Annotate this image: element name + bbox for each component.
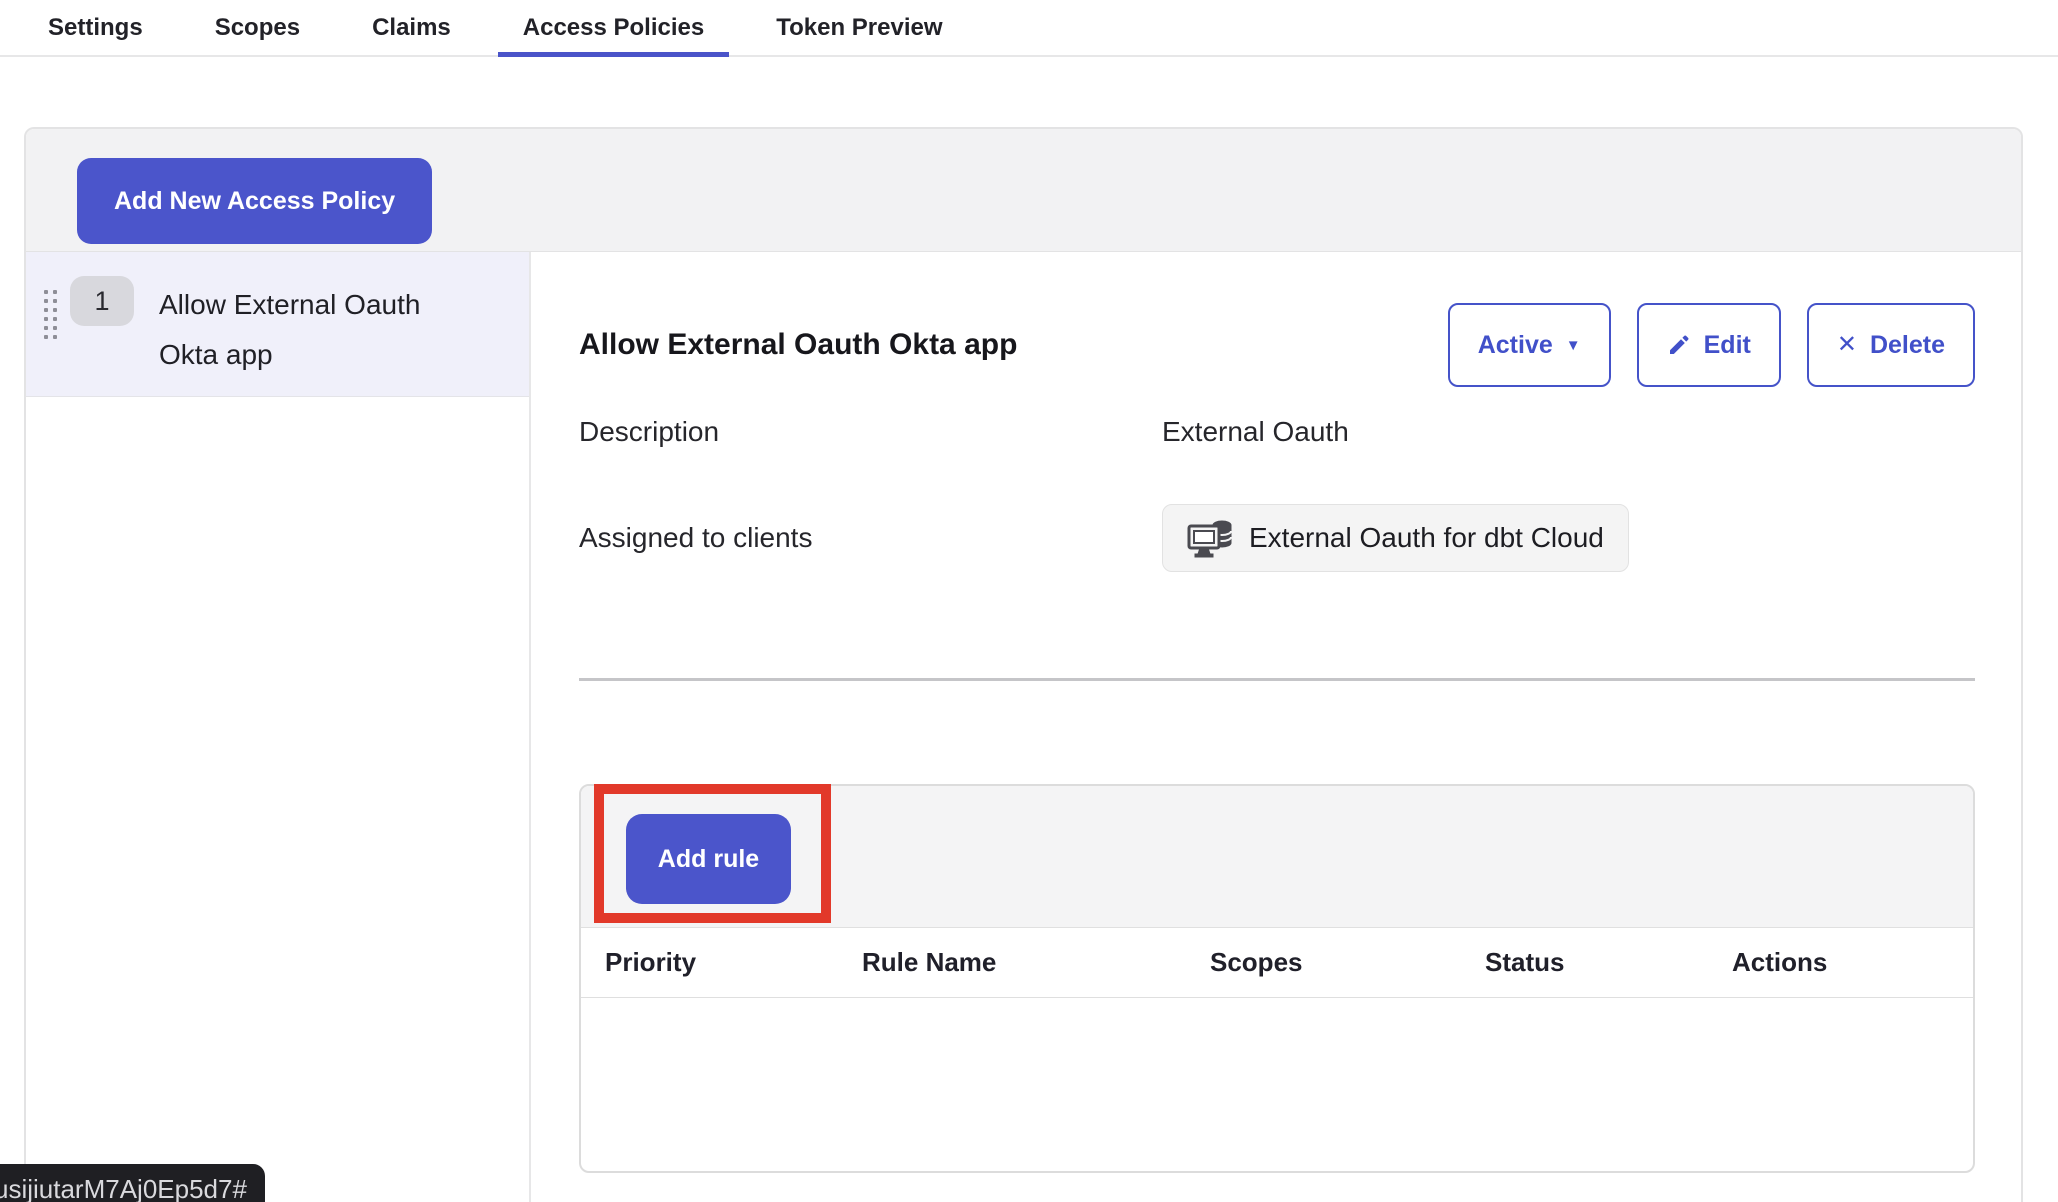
- column-header-rule-name: Rule Name: [862, 947, 1210, 978]
- tab-scopes[interactable]: Scopes: [190, 0, 325, 55]
- policy-actions: Active ▼ Edit ✕ Delete: [1448, 303, 1975, 387]
- edit-button[interactable]: Edit: [1637, 303, 1781, 387]
- column-header-actions: Actions: [1732, 947, 1973, 978]
- assigned-to-clients-label: Assigned to clients: [579, 522, 1162, 554]
- description-value: External Oauth: [1162, 416, 1349, 448]
- policy-name: Allow External Oauth Okta app: [159, 280, 459, 380]
- section-divider: [579, 678, 1975, 681]
- rules-panel: Add rule Priority Rule Name Scopes Statu…: [579, 784, 1975, 1173]
- access-policies-panel: Add New Access Policy 1 Allow External O…: [24, 127, 2023, 1202]
- drag-handle-icon[interactable]: [44, 290, 57, 339]
- column-header-scopes: Scopes: [1210, 947, 1485, 978]
- tab-claims[interactable]: Claims: [347, 0, 476, 55]
- policy-detail-panel: Allow External Oauth Okta app Active ▼ E…: [531, 252, 2021, 1202]
- tab-settings[interactable]: Settings: [23, 0, 168, 55]
- x-icon: ✕: [1837, 333, 1857, 357]
- delete-button[interactable]: ✕ Delete: [1807, 303, 1975, 387]
- active-status-label: Active: [1478, 331, 1553, 360]
- policy-title: Allow External Oauth Okta app: [579, 328, 1017, 362]
- tab-bar: Settings Scopes Claims Access Policies T…: [0, 0, 2058, 57]
- policy-list-item[interactable]: 1 Allow External Oauth Okta app: [26, 252, 529, 397]
- description-label: Description: [579, 416, 1162, 448]
- rules-empty-body: [581, 998, 1973, 1172]
- policy-priority-badge: 1: [70, 276, 134, 326]
- rules-table-header: Priority Rule Name Scopes Status Actions: [581, 928, 1973, 998]
- policy-list: 1 Allow External Oauth Okta app: [26, 252, 531, 1202]
- delete-label: Delete: [1870, 331, 1945, 360]
- add-new-access-policy-button[interactable]: Add New Access Policy: [77, 158, 432, 244]
- panel-header: Add New Access Policy: [26, 129, 2021, 252]
- tab-token-preview[interactable]: Token Preview: [751, 0, 967, 55]
- add-rule-button[interactable]: Add rule: [626, 814, 791, 904]
- edit-label: Edit: [1704, 331, 1751, 360]
- status-url-tooltip: usijiutarM7Aj0Ep5d7#: [0, 1164, 265, 1202]
- tab-access-policies[interactable]: Access Policies: [498, 0, 729, 55]
- caret-down-icon: ▼: [1566, 338, 1581, 353]
- client-chip-label: External Oauth for dbt Cloud: [1249, 522, 1604, 554]
- client-chip[interactable]: External Oauth for dbt Cloud: [1162, 504, 1629, 572]
- column-header-priority: Priority: [605, 947, 862, 978]
- red-highlight-annotation: Add rule: [594, 784, 831, 923]
- pencil-icon: [1667, 333, 1691, 357]
- computer-database-icon: [1187, 518, 1235, 558]
- active-status-dropdown[interactable]: Active ▼: [1448, 303, 1611, 387]
- column-header-status: Status: [1485, 947, 1732, 978]
